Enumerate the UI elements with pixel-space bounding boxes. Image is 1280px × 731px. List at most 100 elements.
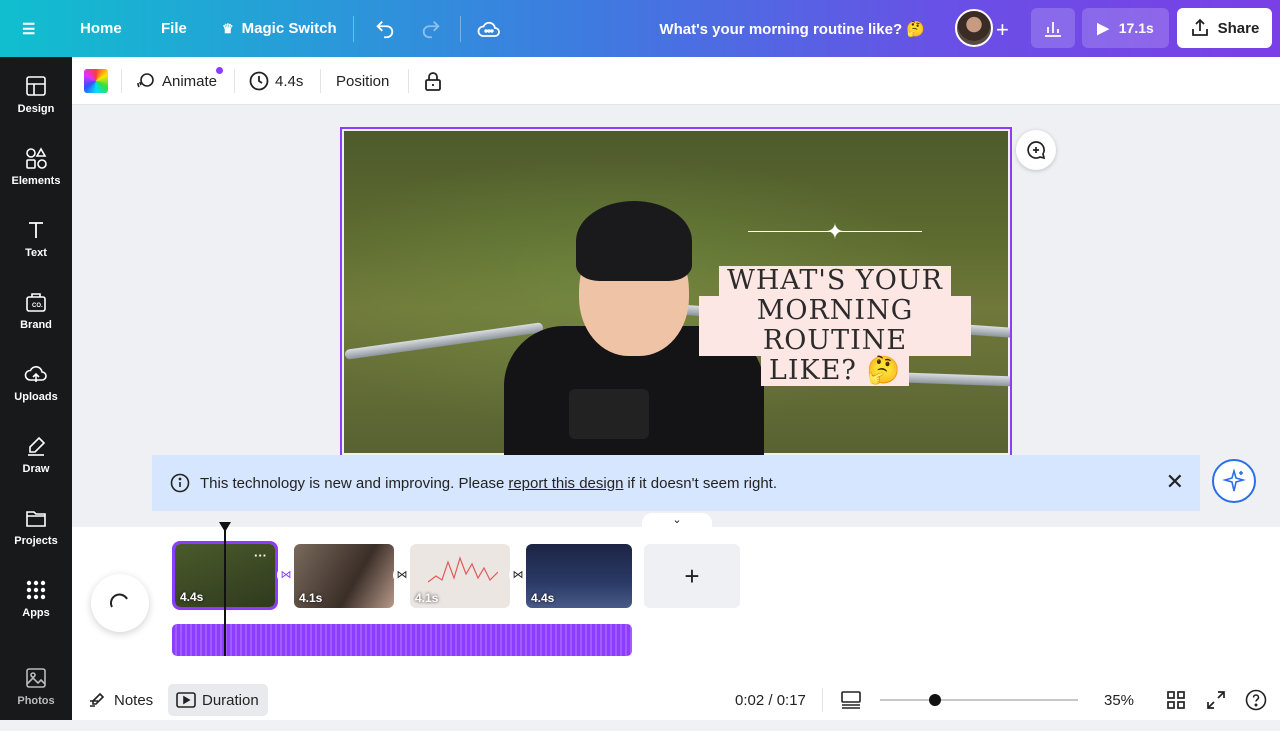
title-line: LIKE? 🤔	[760, 356, 910, 386]
undo-icon[interactable]	[374, 0, 396, 57]
page-layout-icon[interactable]	[841, 680, 861, 720]
document-title[interactable]: What's your morning routine like? 🤔	[659, 0, 925, 57]
magic-switch-button[interactable]: ♛ Magic Switch	[222, 0, 337, 57]
home-button[interactable]: Home	[80, 0, 122, 57]
duration-toggle-label: Duration	[202, 691, 259, 709]
avatar[interactable]	[955, 9, 993, 47]
add-page-button[interactable]: +	[644, 544, 740, 608]
sidebar-item-label: Projects	[14, 535, 58, 547]
play-button[interactable]: ▶ 17.1s	[1082, 8, 1169, 48]
new-indicator-dot	[216, 67, 223, 74]
apps-grid-icon	[26, 580, 46, 600]
sidebar-item-design[interactable]: Design	[0, 75, 72, 139]
help-icon[interactable]	[1245, 680, 1267, 720]
insights-button[interactable]	[1031, 8, 1075, 48]
cloud-sync-icon[interactable]	[477, 0, 501, 57]
fullscreen-icon[interactable]	[1207, 680, 1225, 720]
clip-menu-icon[interactable]: ···	[254, 548, 267, 563]
upload-icon	[1191, 18, 1208, 36]
file-menu[interactable]: File	[161, 0, 187, 57]
svg-text:CO.: CO.	[32, 303, 43, 309]
duration-toggle-content[interactable]: Duration	[176, 680, 259, 720]
sidebar-item-text[interactable]: Text	[0, 219, 72, 283]
sidebar-item-label: Text	[25, 247, 47, 259]
share-button[interactable]: Share	[1177, 8, 1272, 48]
lock-icon[interactable]	[424, 57, 442, 105]
playhead[interactable]	[224, 530, 226, 656]
zoom-level[interactable]: 35%	[1104, 680, 1134, 720]
timeline-clip[interactable]: 4.4s	[526, 544, 632, 608]
timeline-clip[interactable]: 4.1s	[410, 544, 510, 608]
animate-label: Animate	[162, 72, 218, 90]
sidebar-item-uploads[interactable]: Uploads	[0, 363, 72, 427]
bar-chart-icon	[1045, 22, 1061, 37]
clip-duration: 4.4s	[180, 590, 204, 604]
divider	[320, 69, 321, 93]
plus-icon: +	[684, 560, 700, 591]
folder-icon	[26, 511, 46, 527]
loading-spinner	[91, 574, 149, 632]
zoom-slider[interactable]	[880, 699, 1078, 701]
divider	[234, 69, 235, 93]
animate-button[interactable]: Animate	[136, 57, 217, 105]
sidebar-item-draw[interactable]: Draw	[0, 435, 72, 499]
sparkle-icon	[1222, 469, 1246, 492]
top-bar: ☰ Home File ♛ Magic Switch What's your m…	[0, 0, 1280, 57]
sidebar-item-apps[interactable]: Apps	[0, 579, 72, 643]
pen-icon	[28, 436, 46, 456]
sidebar-item-label: Elements	[11, 175, 61, 187]
divider	[822, 688, 823, 712]
text-icon	[29, 222, 43, 238]
clip-duration: 4.4s	[531, 591, 555, 605]
info-icon	[170, 473, 190, 493]
clip-duration: 4.1s	[415, 591, 439, 605]
banner-text: This technology is new and improving. Pl…	[200, 474, 505, 492]
banner-text: if it doesn't seem right.	[627, 474, 778, 492]
redo-icon[interactable]	[420, 0, 442, 57]
magic-assistant-button[interactable]	[1212, 459, 1256, 503]
play-icon: ▶	[1097, 20, 1109, 37]
sidebar-item-photos[interactable]: Photos	[0, 667, 72, 731]
divider	[353, 16, 354, 42]
share-label: Share	[1217, 19, 1260, 37]
clip-duration: 4.1s	[299, 591, 323, 605]
notes-button[interactable]: Notes	[88, 680, 153, 720]
transition-button[interactable]: ⋈	[393, 566, 411, 584]
sidebar-item-label: Brand	[20, 319, 52, 331]
report-design-link[interactable]: report this design	[508, 475, 623, 492]
collapse-timeline-handle[interactable]: ⌄	[642, 513, 712, 529]
background-photo[interactable]: ✦ WHAT'S YOUR MORNING ROUTINE LIKE? 🤔	[344, 131, 1010, 455]
sidebar: Design Elements Text CO. Brand Uploads D…	[0, 57, 72, 720]
sidebar-item-brand[interactable]: CO. Brand	[0, 291, 72, 355]
timeline-clip[interactable]: 4.1s	[294, 544, 394, 608]
child-hat	[576, 201, 692, 281]
color-picker-button[interactable]	[84, 69, 108, 93]
add-collaborator-icon[interactable]: +	[996, 17, 1009, 43]
sidebar-item-elements[interactable]: Elements	[0, 147, 72, 211]
title-line: WHAT'S YOUR	[719, 266, 951, 296]
sidebar-item-projects[interactable]: Projects	[0, 507, 72, 571]
sidebar-item-label: Draw	[22, 463, 50, 475]
title-text-box[interactable]: WHAT'S YOUR MORNING ROUTINE LIKE? 🤔	[699, 266, 971, 386]
grid-view-icon[interactable]	[1167, 680, 1185, 720]
info-banner: This technology is new and improving. Pl…	[152, 455, 1200, 511]
play-duration: 17.1s	[1118, 20, 1154, 36]
notes-label: Notes	[114, 691, 154, 709]
audio-track[interactable]	[172, 624, 632, 656]
image-icon	[26, 668, 46, 688]
transition-button[interactable]: ⋈	[509, 566, 527, 584]
design-page[interactable]: ✦ WHAT'S YOUR MORNING ROUTINE LIKE? 🤔	[340, 127, 1012, 457]
transition-button[interactable]: ⋈	[277, 566, 295, 584]
close-icon[interactable]: ✕	[1166, 471, 1184, 493]
sidebar-item-label: Apps	[22, 607, 50, 619]
duration-button[interactable]: 4.4s	[249, 57, 303, 105]
divider	[121, 69, 122, 93]
duration-label: 4.4s	[275, 72, 304, 90]
sidebar-item-label: Uploads	[14, 391, 58, 403]
add-comment-button[interactable]	[1016, 130, 1056, 170]
menu-icon[interactable]: ☰	[22, 0, 50, 57]
chevron-down-icon: ⌄	[672, 514, 682, 526]
position-button[interactable]: Position	[336, 57, 389, 105]
notes-icon	[90, 692, 105, 707]
comment-icon	[1027, 141, 1046, 160]
